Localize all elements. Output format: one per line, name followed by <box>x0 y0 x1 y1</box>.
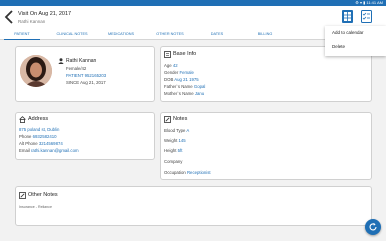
occupation-value: Receptionist <box>186 170 211 175</box>
address-alt-phone-row: Alt Phone 3214569874 <box>19 141 63 146</box>
tab-billing[interactable]: BILLING <box>248 28 282 40</box>
other-notes-text: Insurance - Reliance <box>19 205 52 209</box>
notes-title: Notes <box>173 116 188 122</box>
phone-value[interactable]: 6932582410 <box>33 134 57 139</box>
base-info-mother: Mother`s Name Janu <box>164 91 204 96</box>
blood-type-label: Blood Type <box>164 128 186 133</box>
blood-type-value: A <box>186 128 190 133</box>
notes-blood-type: Blood Type A <box>164 128 189 133</box>
base-info-gender: Gender Female <box>164 70 194 75</box>
age-label: Age <box>164 63 172 68</box>
home-icon <box>19 116 26 123</box>
phone-label: Phone <box>19 134 32 139</box>
patient-id: 952165203 <box>84 73 107 78</box>
weight-value: 145 <box>178 138 186 143</box>
edit-other-notes-icon <box>19 192 26 199</box>
tab-other-notes[interactable]: OTHER NOTES <box>152 28 188 40</box>
tab-medications[interactable]: MEDICATIONS <box>103 28 139 40</box>
patient-name-subtitle: Rathi Kannan <box>18 19 46 24</box>
mother-label: Mother`s Name <box>164 91 194 96</box>
patient-label: PATIENT <box>66 73 84 78</box>
app-bar: Visit On Aug 21, 2017 Rathi Kannan <box>0 6 386 28</box>
avatar <box>20 55 52 87</box>
alt-phone-label: Alt Phone <box>19 141 38 146</box>
back-arrow-icon[interactable] <box>4 9 14 25</box>
other-notes-title: Other Notes <box>28 192 58 198</box>
base-info-icon <box>164 51 171 58</box>
base-info-title: Base Info <box>173 51 197 57</box>
address-phone-row: Phone 6932582410 <box>19 134 57 139</box>
person-icon <box>58 58 64 64</box>
notes-height: Height 5ft <box>164 148 182 153</box>
spreadsheet-icon[interactable] <box>342 10 353 23</box>
father-value: Gopal <box>193 84 206 89</box>
menu-item-delete[interactable]: Delete <box>332 44 345 49</box>
patient-name: Rathi Kannan <box>66 58 97 64</box>
menu-item-add-to-calendar[interactable]: Add to calendar <box>332 30 364 35</box>
company-label: Company <box>164 159 183 164</box>
other-notes-card <box>15 186 372 226</box>
notes-occupation: Occupation Receptionist <box>164 170 211 175</box>
alt-phone-value[interactable]: 3214569874 <box>39 141 63 146</box>
height-label: Height <box>164 148 177 153</box>
overflow-menu: Add to calendar Delete <box>325 26 386 56</box>
address-email-row: Email rathi.kannan@gmail.com <box>19 148 79 153</box>
father-label: Father`s Name <box>164 84 193 89</box>
gender-label: Gender <box>164 70 179 75</box>
dob-label: DOB <box>164 77 174 82</box>
email-label: Email <box>19 148 30 153</box>
patient-id-row: PATIENT 952165203 <box>66 73 106 78</box>
tab-dates[interactable]: DATES <box>200 28 234 40</box>
tab-clinical-notes[interactable]: CLINICAL NOTES <box>50 28 94 40</box>
weight-label: Weight <box>164 138 178 143</box>
gender-value: Female <box>179 70 194 75</box>
height-value: 5ft <box>177 148 183 153</box>
mother-value: Janu <box>194 91 205 96</box>
refresh-button[interactable] <box>365 219 381 235</box>
email-value[interactable]: rathi.kannan@gmail.com <box>31 148 79 153</box>
base-info-dob: DOB Aug 21 1975 <box>164 77 199 82</box>
checklist-icon[interactable] <box>361 10 372 23</box>
patient-sex-age: Female/42 <box>66 66 87 71</box>
tab-patient[interactable]: PATIENT <box>4 28 40 40</box>
base-info-age: Age 42 <box>164 63 178 68</box>
occupation-label: Occupation <box>164 170 186 175</box>
address-line: 875 poland st, Dublin <box>19 127 60 132</box>
dob-value: Aug 21 1975 <box>174 77 199 82</box>
notes-company: Company <box>164 159 182 164</box>
age-value: 42 <box>172 63 178 68</box>
visit-title: Visit On Aug 21, 2017 <box>18 11 72 17</box>
patient-since: SINCE Aug 21, 2017 <box>66 80 106 85</box>
notes-weight: Weight 145 <box>164 138 186 143</box>
edit-notes-icon <box>164 116 171 123</box>
refresh-icon <box>369 222 377 231</box>
base-info-father: Father`s Name Gopal <box>164 84 205 89</box>
address-title: Address <box>28 116 49 122</box>
